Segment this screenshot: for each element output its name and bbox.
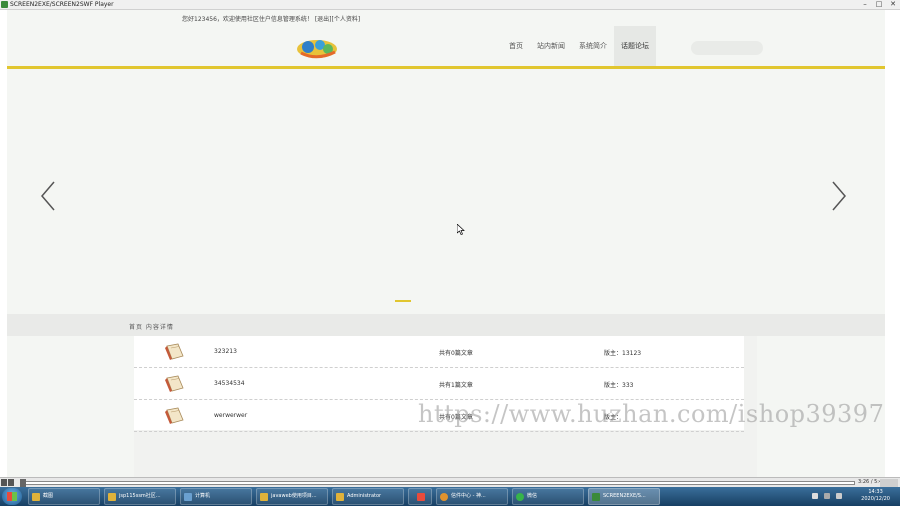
stop-icon[interactable] — [8, 479, 14, 486]
watermark-text: https://www.huzhan.com/ishop39397 — [418, 400, 885, 428]
app-icon — [1, 1, 8, 8]
list-item[interactable]: 34534534 共有1篇文章 版主：333 — [134, 368, 744, 400]
main-nav: 首页 站内新闻 系统简介 话题论坛 — [502, 26, 656, 67]
minimize-icon[interactable]: – — [860, 0, 870, 9]
list-item[interactable]: 323213 共有0篇文章 版主：13123 — [134, 336, 744, 368]
left-frame — [0, 10, 7, 477]
volume-icon[interactable] — [836, 493, 842, 499]
forum-name[interactable]: 34534534 — [214, 380, 245, 387]
taskbar-item[interactable]: 计算机 — [180, 488, 252, 505]
folder-icon — [32, 493, 40, 501]
folder-icon — [260, 493, 268, 501]
taskbar-label: 截图 — [43, 493, 54, 499]
window-title: SCREEN2EXE/SCREEN2SWF Player — [10, 1, 114, 8]
site-header: 您好123456，欢迎使用社区住户信息管理系统！ [退出][个人资料] 首页 站… — [7, 10, 885, 67]
play-icon[interactable] — [1, 479, 7, 486]
nav-news[interactable]: 站内新闻 — [530, 26, 572, 67]
taskbar-label: Administrator — [347, 493, 382, 499]
nav-intro[interactable]: 系统简介 — [572, 26, 614, 67]
taskbar-item[interactable]: Administrator — [332, 488, 404, 505]
search-input[interactable] — [691, 41, 763, 55]
start-button[interactable] — [2, 488, 22, 505]
carousel-indicator[interactable] — [395, 300, 411, 302]
close-icon[interactable]: ✕ — [888, 0, 898, 9]
taskbar-label: 信件中心 - 神... — [451, 493, 486, 499]
flag-icon[interactable] — [824, 493, 830, 499]
moderator: 版主：333 — [604, 382, 634, 389]
taskbar: 截图 jsp115ssm社区... 计算机 javaweb使用项目... Adm… — [0, 487, 900, 506]
taskbar-item[interactable]: 微信 — [512, 488, 584, 505]
forum-name[interactable]: werwerwer — [214, 412, 247, 419]
taskbar-item[interactable]: 信件中心 - 神... — [436, 488, 508, 505]
user-folder-icon — [336, 493, 344, 501]
taskbar-item[interactable]: 截图 — [28, 488, 100, 505]
volume-control[interactable] — [880, 479, 898, 487]
player-buttons — [1, 479, 14, 486]
breadcrumb-bar: 首页 内容详情 — [7, 314, 885, 336]
nav-forum[interactable]: 话题论坛 — [614, 26, 656, 67]
profile-link[interactable]: [个人资料] — [332, 16, 361, 23]
taskbar-item[interactable] — [408, 488, 432, 505]
article-count: 共有0篇文章 — [439, 350, 473, 357]
welcome-text: 您好123456，欢迎使用社区住户信息管理系统！ [退出][个人资料] — [182, 14, 360, 23]
taskbar-label: 计算机 — [195, 493, 211, 499]
book-icon — [165, 343, 184, 360]
taskbar-item[interactable]: javaweb使用项目... — [256, 488, 328, 505]
taskbar-label: jsp115ssm社区... — [119, 493, 161, 499]
right-frame — [885, 10, 900, 477]
moderator: 版主：13123 — [604, 350, 642, 357]
seek-bar[interactable] — [20, 481, 855, 485]
system-tray: 14:33 2020/12/20 — [808, 488, 900, 505]
taskbar-item[interactable]: SCREEN2EXE/S... — [588, 488, 660, 505]
clock-time: 14:33 — [868, 489, 883, 495]
windows-logo-icon — [7, 492, 17, 501]
taskbar-item[interactable]: jsp115ssm社区... — [104, 488, 176, 505]
window-controls: – □ ✕ — [860, 0, 898, 9]
taskbar-label: 微信 — [527, 493, 538, 499]
book-icon — [165, 407, 184, 424]
book-icon — [165, 375, 184, 392]
network-icon[interactable] — [812, 493, 818, 499]
taskbar-label: SCREEN2EXE/S... — [603, 493, 646, 499]
logout-link[interactable]: [退出] — [315, 16, 332, 23]
folder-icon — [108, 493, 116, 501]
app-icon — [417, 493, 425, 501]
banner-carousel — [7, 69, 885, 312]
welcome-message: 您好123456，欢迎使用社区住户信息管理系统！ — [182, 16, 313, 23]
player-controls: 3:26 / 5:45 — [0, 477, 900, 487]
wechat-icon — [516, 493, 524, 501]
mouse-cursor-icon — [457, 224, 465, 235]
maximize-icon[interactable]: □ — [874, 0, 884, 9]
player-title-bar: SCREEN2EXE/SCREEN2SWF Player – □ ✕ — [0, 0, 900, 10]
taskbar-label: javaweb使用项目... — [271, 493, 317, 499]
seek-thumb[interactable] — [20, 479, 26, 487]
forum-name[interactable]: 323213 — [214, 348, 237, 355]
breadcrumb: 首页 内容详情 — [129, 324, 174, 331]
clock[interactable]: 14:33 2020/12/20 — [861, 489, 890, 503]
article-count: 共有1篇文章 — [439, 382, 473, 389]
computer-icon — [184, 493, 192, 501]
carousel-next-icon[interactable] — [830, 180, 848, 212]
nav-home[interactable]: 首页 — [502, 26, 530, 67]
site-logo[interactable] — [295, 37, 339, 59]
player-icon — [592, 493, 600, 501]
carousel-prev-icon[interactable] — [39, 180, 57, 212]
chrome-icon — [440, 493, 448, 501]
clock-date: 2020/12/20 — [861, 496, 890, 502]
